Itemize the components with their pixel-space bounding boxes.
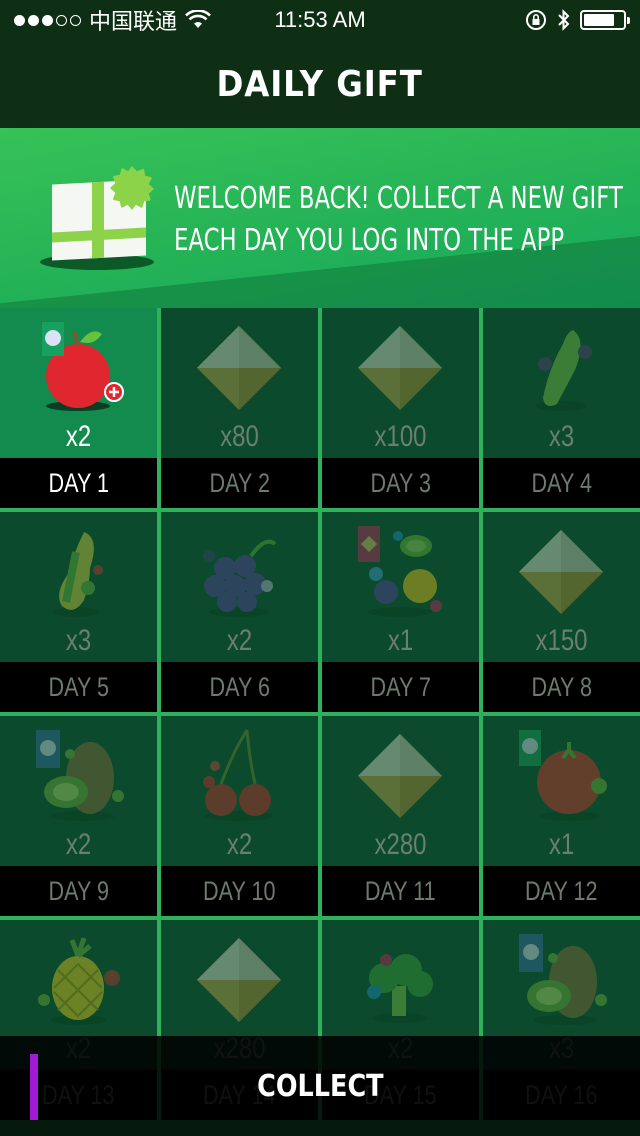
reward-quantity: x1 [387, 624, 414, 657]
day-reward: x150 [483, 512, 640, 662]
day-label-bar: DAY 3 [322, 458, 479, 508]
kiwi-icon [28, 726, 128, 826]
day-cell-7[interactable]: x1 DAY 7 [322, 512, 479, 712]
day-label-bar: DAY 12 [483, 866, 640, 916]
wifi-icon [185, 10, 211, 28]
banner-line-1: WELCOME BACK! COLLECT A NEW GIFT [174, 181, 623, 216]
header: DAILY GIFT [0, 40, 640, 128]
day-label-bar: DAY 5 [0, 662, 157, 712]
day-label-bar: DAY 7 [322, 662, 479, 712]
collect-label: COLLECT [256, 1068, 384, 1104]
day-cell-11[interactable]: x280 DAY 11 [322, 716, 479, 916]
reward-quantity: x3 [548, 420, 575, 453]
day-label: DAY 5 [48, 672, 109, 702]
grapes-icon [189, 522, 289, 622]
day-cell-3[interactable]: x100 DAY 3 [322, 308, 479, 508]
day-label: DAY 3 [370, 468, 431, 498]
reward-quantity: x1 [548, 828, 575, 861]
day-reward: x80 [161, 308, 318, 458]
kiwi-icon [511, 930, 611, 1030]
collect-accent-bar [30, 1054, 38, 1120]
day-label-bar: DAY 1 [0, 458, 157, 508]
page-title: DAILY GIFT [216, 63, 424, 105]
reward-quantity: x80 [220, 420, 259, 453]
tomato-icon [511, 726, 611, 826]
day-cell-8[interactable]: x150 DAY 8 [483, 512, 640, 712]
gem-icon [511, 522, 611, 622]
day-label-bar: DAY 9 [0, 866, 157, 916]
day-reward: x2 [161, 512, 318, 662]
reward-quantity: x3 [65, 624, 92, 657]
day-reward: x2 [0, 308, 157, 458]
reward-quantity: x280 [374, 828, 427, 861]
gem-icon [189, 930, 289, 1030]
battery-icon [580, 10, 630, 30]
day-cell-6[interactable]: x2 DAY 6 [161, 512, 318, 712]
apple-icon [28, 318, 128, 418]
day-label: DAY 2 [209, 468, 270, 498]
day-label: DAY 12 [525, 876, 598, 906]
banner-line-2: EACH DAY YOU LOG INTO THE APP [174, 223, 565, 258]
day-label: DAY 6 [209, 672, 270, 702]
cucumber-icon [511, 318, 611, 418]
day-cell-9[interactable]: x2 DAY 9 [0, 716, 157, 916]
broccoli-icon [350, 930, 450, 1030]
signal-dots-icon [14, 14, 81, 26]
day-reward: x3 [483, 308, 640, 458]
day-reward: x2 [0, 716, 157, 866]
day-reward: x2 [161, 716, 318, 866]
carrier-name: 中国联通 [89, 9, 178, 34]
welcome-banner: WELCOME BACK! COLLECT A NEW GIFT EACH DA… [0, 128, 640, 308]
day-label: DAY 9 [48, 876, 109, 906]
gem-icon [189, 318, 289, 418]
day-label-bar: DAY 6 [161, 662, 318, 712]
day-label: DAY 11 [365, 876, 436, 906]
status-left: 中国联通 [14, 4, 211, 36]
reward-quantity: x2 [65, 828, 92, 861]
pineapple-icon [28, 930, 128, 1030]
day-cell-1[interactable]: x2 DAY 1 [0, 308, 157, 508]
day-reward: x280 [322, 716, 479, 866]
day-cell-2[interactable]: x80 DAY 2 [161, 308, 318, 508]
day-reward: x100 [322, 308, 479, 458]
day-label: DAY 4 [531, 468, 592, 498]
daily-gift-grid: x2 DAY 1 x80 DAY 2 x100 DAY 3 x3 DAY 4 x3 DAY 5 x2… [0, 308, 640, 1136]
day-cell-4[interactable]: x3 DAY 4 [483, 308, 640, 508]
day-label-bar: DAY 2 [161, 458, 318, 508]
gem-icon [350, 318, 450, 418]
status-right [524, 8, 630, 32]
banner-message: WELCOME BACK! COLLECT A NEW GIFT EACH DA… [174, 178, 623, 262]
rotation-lock-icon [526, 10, 546, 30]
reward-quantity: x100 [374, 420, 427, 453]
reward-quantity: x2 [226, 828, 253, 861]
cherries-icon [189, 726, 289, 826]
reward-quantity: x150 [535, 624, 588, 657]
day-reward: x1 [483, 716, 640, 866]
gem-icon [350, 726, 450, 826]
collect-button[interactable]: COLLECT [0, 1036, 640, 1136]
day-label: DAY 1 [48, 468, 109, 498]
day-label-bar: DAY 4 [483, 458, 640, 508]
day-label: DAY 7 [370, 672, 431, 702]
day-reward: x3 [0, 512, 157, 662]
status-bar: 中国联通 11:53 AM [0, 0, 640, 40]
gift-box-icon [40, 166, 160, 276]
day-cell-12[interactable]: x1 DAY 12 [483, 716, 640, 916]
day-label: DAY 10 [203, 876, 276, 906]
day-label: DAY 8 [531, 672, 592, 702]
day-reward: x1 [322, 512, 479, 662]
day-cell-10[interactable]: x2 DAY 10 [161, 716, 318, 916]
bluetooth-icon [558, 9, 570, 31]
fruit-mix-icon [350, 522, 450, 622]
day-label-bar: DAY 10 [161, 866, 318, 916]
day-label-bar: DAY 11 [322, 866, 479, 916]
day-label-bar: DAY 8 [483, 662, 640, 712]
pear-icon [28, 522, 128, 622]
reward-quantity: x2 [65, 420, 92, 453]
reward-quantity: x2 [226, 624, 253, 657]
day-cell-5[interactable]: x3 DAY 5 [0, 512, 157, 712]
